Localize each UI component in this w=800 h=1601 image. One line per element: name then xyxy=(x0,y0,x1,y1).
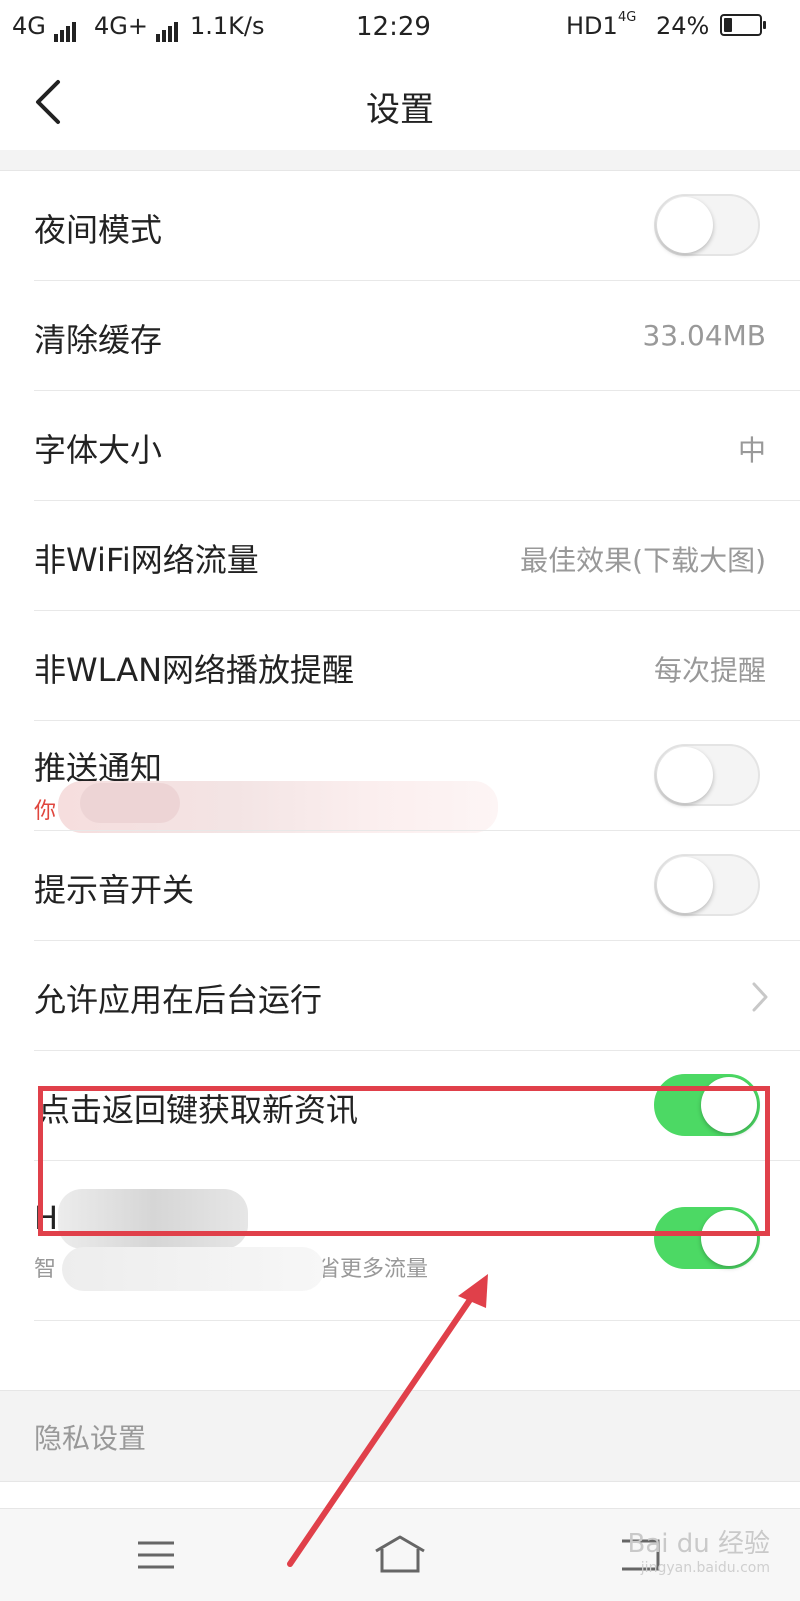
battery-fill xyxy=(724,18,732,32)
home-icon[interactable] xyxy=(370,1527,430,1583)
setting-clear-cache[interactable]: 清除缓存 33.04MB xyxy=(0,281,800,391)
network-type-1: 4G xyxy=(12,12,46,40)
watermark-url: jingyan.baidu.com xyxy=(640,1560,770,1576)
toggle-knob xyxy=(701,1210,757,1266)
menu-icon[interactable] xyxy=(126,1527,186,1583)
network-type-3: 4G xyxy=(618,10,637,25)
setting-non-wifi-traffic[interactable]: 非WiFi网络流量 最佳效果(下载大图) xyxy=(0,501,800,611)
push-notification-toggle[interactable] xyxy=(654,744,760,806)
setting-non-wlan-play-reminder[interactable]: 非WLAN网络播放提醒 每次提醒 xyxy=(0,611,800,721)
battery-percent: 24% xyxy=(656,12,710,40)
network-speed: 1.1K/s xyxy=(190,12,265,40)
setting-back-key-refresh: 点击返回键获取新资讯 xyxy=(0,1051,800,1161)
back-key-refresh-toggle[interactable] xyxy=(654,1074,760,1136)
setting-label: 非WiFi网络流量 xyxy=(34,541,259,579)
non-wifi-traffic-value: 最佳效果(下载大图) xyxy=(520,544,766,577)
play-reminder-value: 每次提醒 xyxy=(653,654,766,687)
network-2: 4G+ xyxy=(94,12,180,42)
watermark-text: Bai du 经验 xyxy=(627,1529,770,1559)
smart-traffic-toggle[interactable] xyxy=(654,1207,760,1269)
privacy-section-header: 隐私设置 xyxy=(0,1390,800,1482)
network-type-2: 4G+ xyxy=(94,12,148,40)
setting-font-size[interactable]: 字体大小 中 xyxy=(0,391,800,501)
section-label: 隐私设置 xyxy=(34,1422,147,1455)
status-bar: 4G 4G+ 1.1K/s 12:29 HD1 4G 24% xyxy=(0,0,800,54)
blurred-region xyxy=(58,1189,248,1249)
setting-label: 非WLAN网络播放提醒 xyxy=(34,651,355,689)
setting-label: 允许应用在后台运行 xyxy=(34,981,323,1019)
setting-sublabel-prefix: 智 xyxy=(34,1257,57,1282)
setting-sound-switch: 提示音开关 xyxy=(0,831,800,941)
setting-label: 清除缓存 xyxy=(34,321,163,359)
battery-icon xyxy=(714,12,766,40)
setting-background-run[interactable]: 允许应用在后台运行 xyxy=(0,941,800,1051)
blurred-region xyxy=(62,1247,324,1291)
toggle-knob xyxy=(657,197,713,253)
setting-smart-traffic: H 智 节省更多流量 xyxy=(0,1161,800,1321)
page-title: 设置 xyxy=(366,90,434,130)
settings-list: 夜间模式 清除缓存 33.04MB 字体大小 中 非WiFi网络流量 最佳效果(… xyxy=(0,171,800,1321)
section-gap xyxy=(0,150,800,171)
setting-push-notification: 推送通知 你 xyxy=(0,721,800,833)
signal-icon xyxy=(53,14,78,42)
night-mode-toggle[interactable] xyxy=(654,194,760,256)
clock: 12:29 xyxy=(356,12,431,42)
setting-night-mode: 夜间模式 xyxy=(0,171,800,281)
setting-sublabel: 你 xyxy=(34,799,57,824)
blurred-region xyxy=(80,783,180,823)
setting-label: 提示音开关 xyxy=(34,871,195,909)
network-1: 4G xyxy=(12,12,78,42)
baidu-jingyan-watermark: Bai du 经验 jingyan.baidu.com xyxy=(627,1523,770,1576)
toggle-knob xyxy=(657,857,713,913)
toggle-knob xyxy=(657,747,713,803)
setting-label: 点击返回键获取新资讯 xyxy=(38,1091,359,1129)
font-size-value: 中 xyxy=(737,434,766,467)
hd-indicator: HD1 xyxy=(566,12,618,40)
setting-label: 字体大小 xyxy=(34,431,163,469)
title-bar: 设置 xyxy=(0,54,800,151)
setting-label: H xyxy=(34,1199,59,1237)
signal-icon xyxy=(155,14,180,42)
cache-size-value: 33.04MB xyxy=(642,319,766,352)
setting-label: 夜间模式 xyxy=(34,211,163,249)
sound-switch-toggle[interactable] xyxy=(654,854,760,916)
toggle-knob xyxy=(701,1077,757,1133)
chevron-right-icon xyxy=(752,982,768,1012)
